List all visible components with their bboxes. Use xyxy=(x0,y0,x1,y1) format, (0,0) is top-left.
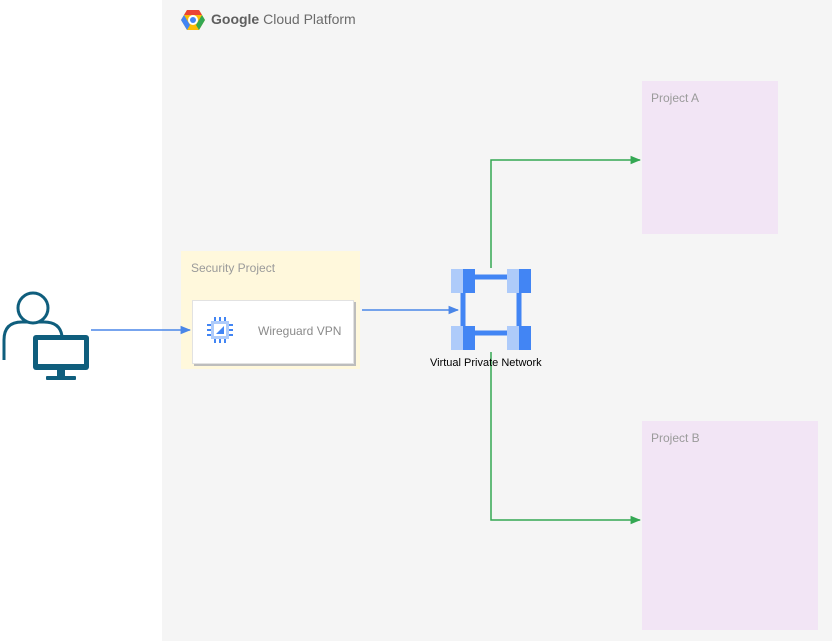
edge-network-to-project-a xyxy=(490,155,642,268)
vpc-network-label: Virtual Private Network xyxy=(430,357,542,369)
diagram-canvas xyxy=(2,155,642,525)
user-computer-icon[interactable] xyxy=(2,291,89,380)
edge-network-to-project-b xyxy=(490,352,642,525)
vpc-network-icon[interactable] xyxy=(451,269,531,350)
